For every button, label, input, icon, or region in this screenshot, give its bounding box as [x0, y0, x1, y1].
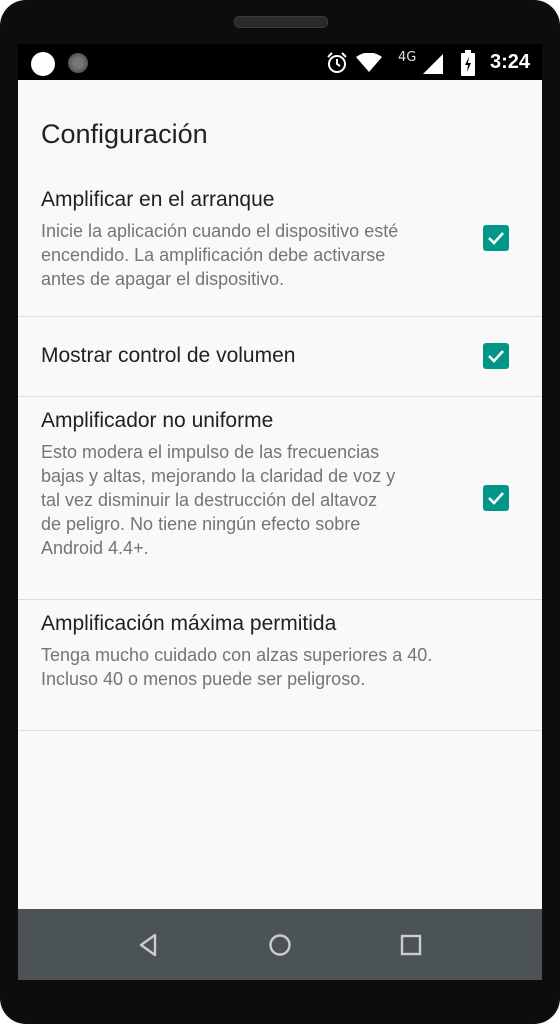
battery-charging-icon [461, 50, 475, 76]
summary-line: antes de apagar el dispositivo. [41, 269, 285, 289]
pref-checkbox-checked[interactable] [483, 225, 509, 251]
notification-sync-icon [68, 53, 88, 73]
summary-line: Incluso 40 o menos puede ser peligroso. [41, 669, 366, 689]
pref-nonuniform-amplifier[interactable]: Amplificador no uniforme Esto modera el … [18, 397, 542, 600]
notification-dot-icon [31, 52, 55, 76]
recents-icon[interactable] [397, 931, 425, 959]
pref-summary: Inicie la aplicación cuando el dispositi… [41, 219, 461, 291]
pref-max-amplification[interactable]: Amplificación máxima permitida Tenga muc… [18, 600, 542, 731]
status-bar: 4G 3:24 [18, 44, 542, 80]
home-icon[interactable] [266, 931, 294, 959]
summary-line: de peligro. No tiene ningún efecto sobre [41, 514, 361, 534]
check-icon [488, 232, 504, 245]
summary-line: Inicie la aplicación cuando el dispositi… [41, 221, 399, 241]
pref-volume-control[interactable]: Mostrar control de volumen [18, 317, 542, 397]
summary-line: bajas y altas, mejorando la claridad de … [41, 466, 396, 486]
wifi-icon [356, 53, 382, 72]
summary-line: Esto modera el impulso de las frecuencia… [41, 442, 380, 462]
page-title: Configuración [41, 119, 208, 149]
pref-checkbox-checked[interactable] [483, 485, 509, 511]
pref-boot-amplify[interactable]: Amplificar en el arranque Inicie la apli… [18, 176, 542, 317]
screen: 4G 3:24 Configuración Amplificar en el a… [18, 44, 542, 980]
speaker-grille [234, 16, 328, 28]
summary-line: encendido. La amplificación debe activar… [41, 245, 386, 265]
pref-title: Mostrar control de volumen [41, 344, 296, 367]
summary-line: Android 4.4+. [41, 538, 149, 558]
pref-title: Amplificar en el arranque [41, 188, 275, 211]
pref-summary: Esto modera el impulso de las frecuencia… [41, 440, 461, 560]
phone-frame: 4G 3:24 Configuración Amplificar en el a… [0, 0, 560, 1024]
pref-title: Amplificación máxima permitida [41, 612, 337, 635]
signal-icon [423, 54, 443, 74]
back-icon[interactable] [135, 931, 163, 959]
navigation-bar [18, 909, 542, 980]
status-time: 3:24 [490, 51, 531, 73]
check-icon [488, 492, 504, 505]
pref-checkbox-checked[interactable] [483, 343, 509, 369]
check-icon [488, 350, 504, 363]
alarm-icon [327, 52, 347, 73]
network-type-label: 4G [398, 50, 417, 65]
pref-title: Amplificador no uniforme [41, 409, 274, 432]
pref-summary: Tenga mucho cuidado con alzas superiores… [41, 643, 511, 691]
summary-line: Tenga mucho cuidado con alzas superiores… [41, 645, 433, 665]
summary-line: tal vez disminuir la destrucción del alt… [41, 490, 378, 510]
